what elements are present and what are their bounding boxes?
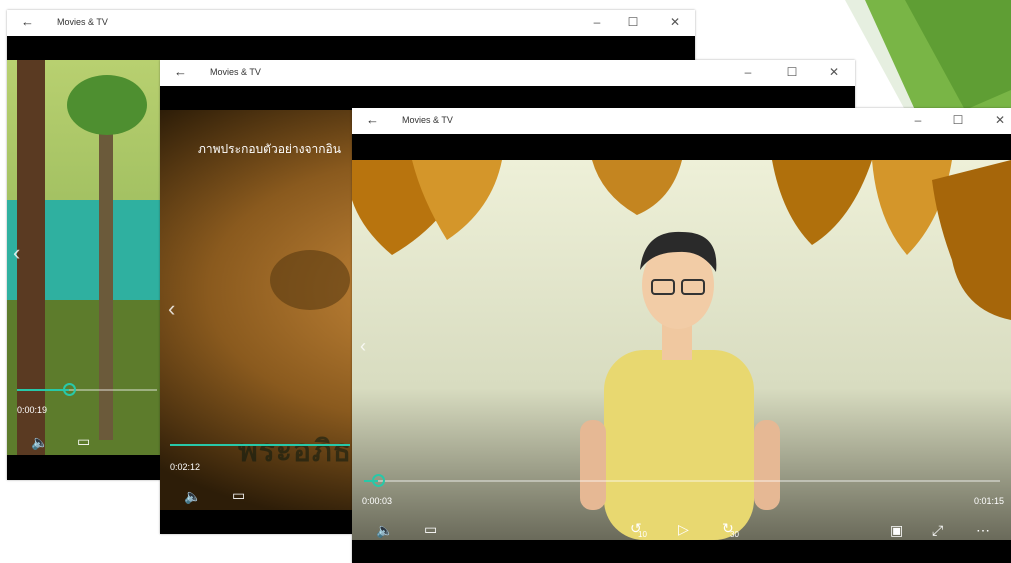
- time-current: 0:00:19: [17, 405, 48, 415]
- arrow-left-icon[interactable]: ←: [366, 113, 379, 127]
- forward-30-label: 30: [730, 530, 739, 539]
- fullscreen-icon[interactable]: ⤢: [932, 522, 943, 538]
- player-window-front: ← Movies & TV – ☐ ✕ ‹ 0:00:03 0:01:15 🔈 …: [352, 108, 1011, 563]
- decorative-green-shape: [845, 0, 1011, 110]
- captions-icon[interactable]: ▭: [424, 521, 437, 537]
- seek-fill: [170, 444, 350, 446]
- video-area[interactable]: ‹ 0:00:03 0:01:15 🔈 ▭ ↺ 10 ▷ ↻ 30 ▣ ⤢ ⋯: [352, 160, 1011, 540]
- title-bar: ← Movies & TV – ☐ ✕: [7, 10, 695, 36]
- title-bar: ← Movies & TV – ☐ ✕: [352, 108, 1011, 134]
- close-icon[interactable]: ✕: [992, 113, 1008, 127]
- maximize-icon[interactable]: ☐: [784, 65, 800, 79]
- window-title: Movies & TV: [402, 115, 453, 125]
- time-current: 0:02:12: [170, 462, 201, 472]
- presenter-scene: [352, 160, 1011, 540]
- title-bar: ← Movies & TV – ☐ ✕: [160, 60, 855, 86]
- seek-thumb[interactable]: [372, 474, 385, 487]
- arrow-left-icon[interactable]: ←: [174, 65, 187, 79]
- seek-track[interactable]: [364, 480, 1000, 482]
- window-title: Movies & TV: [57, 17, 108, 27]
- close-icon[interactable]: ✕: [826, 65, 842, 79]
- previous-arrow[interactable]: ‹: [168, 296, 175, 322]
- caption-overlay: พระอภิธ: [238, 435, 353, 468]
- arrow-left-icon[interactable]: ←: [21, 15, 34, 29]
- window-title: Movies & TV: [210, 67, 261, 77]
- close-icon[interactable]: ✕: [667, 15, 683, 29]
- previous-arrow[interactable]: ‹: [13, 240, 20, 266]
- minimize-icon[interactable]: –: [740, 65, 756, 79]
- more-icon[interactable]: ⋯: [976, 522, 990, 538]
- maximize-icon[interactable]: ☐: [625, 15, 641, 29]
- volume-icon[interactable]: 🔈: [31, 434, 48, 450]
- seek-fill: [17, 389, 69, 391]
- captions-icon[interactable]: ▭: [77, 433, 90, 449]
- volume-icon[interactable]: 🔈: [376, 522, 393, 538]
- captions-icon[interactable]: ▭: [232, 487, 245, 503]
- time-current: 0:00:03: [362, 496, 393, 506]
- replay-10-label: 10: [638, 530, 647, 539]
- subtitle-text: ภาพประกอบตัวอย่างจากอิน: [198, 142, 341, 156]
- volume-icon[interactable]: 🔈: [184, 488, 201, 504]
- cast-icon[interactable]: ▣: [890, 522, 903, 538]
- seek-thumb[interactable]: [63, 383, 76, 396]
- time-total: 0:01:15: [974, 496, 1005, 506]
- previous-arrow[interactable]: ‹: [360, 336, 366, 357]
- play-icon[interactable]: ▷: [678, 521, 689, 537]
- maximize-icon[interactable]: ☐: [950, 113, 966, 127]
- minimize-icon[interactable]: –: [910, 113, 926, 127]
- minimize-icon[interactable]: –: [589, 15, 605, 29]
